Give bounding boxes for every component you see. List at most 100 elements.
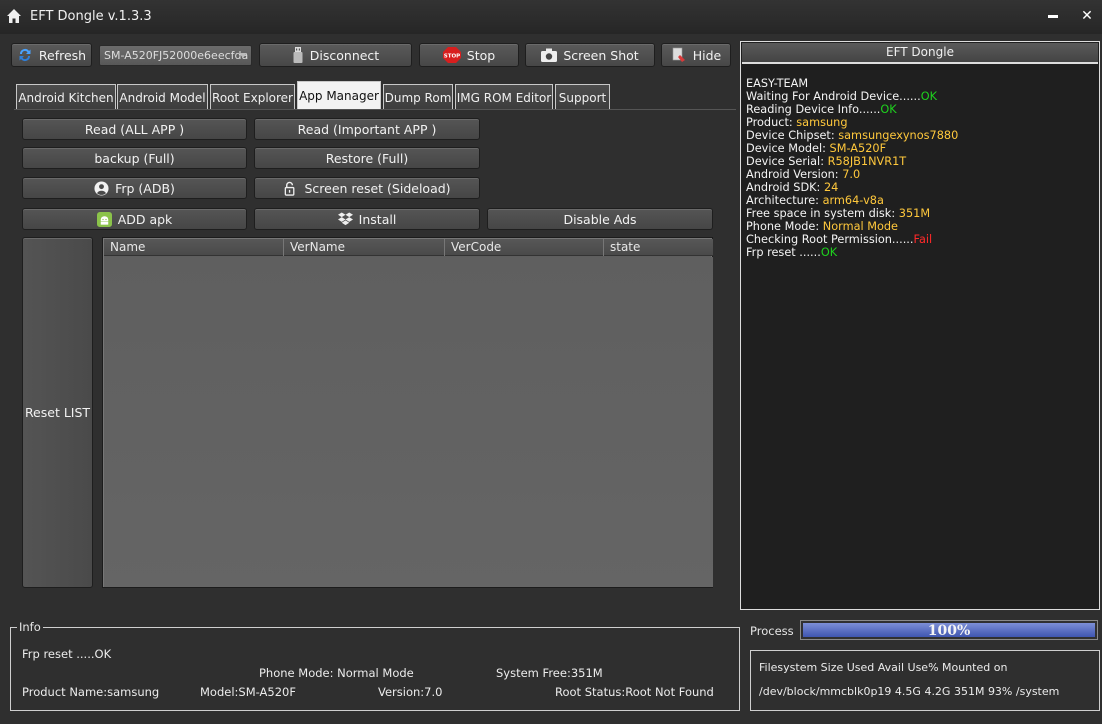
log-line-value: 24: [823, 181, 839, 194]
reset-list-label: Reset LIST: [24, 405, 91, 420]
user-icon: [94, 180, 109, 196]
log-line: Frp reset ......OK: [746, 246, 1096, 259]
screen-reset-label: Screen reset (Sideload): [304, 180, 451, 196]
tab-support[interactable]: Support: [555, 84, 610, 110]
progress-percent: 100%: [927, 623, 971, 639]
log-line-label: Architecture:: [746, 194, 823, 207]
log-line: Device Serial: R58JB1NVR1T: [746, 155, 1096, 168]
progress-fill: 100%: [803, 623, 1095, 639]
tab-divider: [14, 109, 736, 110]
screen-reset-button[interactable]: Screen reset (Sideload): [254, 177, 480, 199]
log-line-label: Product:: [746, 116, 797, 129]
column-header-state[interactable]: state: [604, 239, 713, 256]
tab-android-kitchen[interactable]: Android Kitchen: [16, 84, 116, 110]
log-line: Architecture: arm64-v8a: [746, 194, 1096, 207]
column-header-name[interactable]: Name: [104, 239, 284, 256]
log-line: Device Chipset: samsungexynos7880: [746, 129, 1096, 142]
log-line: Device Model: SM-A520F: [746, 142, 1096, 155]
column-header-vercode[interactable]: VerCode: [445, 239, 604, 256]
log-line-value: Normal Mode: [822, 220, 899, 233]
restore-full-button[interactable]: Restore (Full): [254, 147, 480, 169]
filesystem-row: /dev/block/mmcblk0p19 4.5G 4.2G 351M 93%…: [759, 685, 1060, 698]
disable-ads-button[interactable]: Disable Ads: [487, 208, 713, 230]
disable-ads-label: Disable Ads: [563, 211, 637, 227]
app-list-table[interactable]: Name VerName VerCode state: [102, 237, 713, 588]
log-line-label: Phone Mode:: [746, 220, 823, 233]
disconnect-label: Disconnect: [309, 47, 380, 63]
screenshot-button[interactable]: Screen Shot: [525, 43, 655, 67]
log-line-label: Device Model:: [746, 142, 830, 155]
minimize-button[interactable]: [1040, 4, 1066, 28]
log-line: Reading Device Info......OK: [746, 103, 1096, 116]
minimize-icon: [1048, 14, 1058, 18]
screenshot-label: Screen Shot: [563, 47, 639, 63]
log-line-label: Reading Device Info......: [746, 103, 881, 116]
log-panel: EFT Dongle EASY-TEAM Waiting For Android …: [740, 41, 1100, 610]
log-line: Product: samsung: [746, 116, 1096, 129]
refresh-button[interactable]: Refresh: [11, 43, 92, 67]
log-line: Waiting For Android Device......OK: [746, 90, 1096, 103]
reset-list-button[interactable]: Reset LIST: [22, 237, 93, 588]
close-button[interactable]: ✕: [1074, 4, 1100, 28]
info-version: Version:7.0: [378, 685, 443, 699]
log-line-label: Frp reset ......: [746, 246, 821, 259]
backup-full-label: backup (Full): [94, 150, 175, 166]
device-selector[interactable]: SM-A520FJ52000e6eecfda: [99, 45, 252, 66]
frp-adb-label: Frp (ADB): [115, 180, 175, 196]
info-legend: Info: [17, 620, 43, 634]
restore-full-label: Restore (Full): [325, 150, 409, 166]
read-important-app-button[interactable]: Read (Important APP ): [254, 118, 480, 140]
install-button[interactable]: Install: [254, 208, 480, 230]
log-line-label: Android SDK:: [746, 181, 824, 194]
log-line-value: R58JB1NVR1T: [827, 155, 907, 168]
hide-button[interactable]: Hide: [661, 43, 731, 67]
stop-sign-text: STOP: [444, 54, 460, 60]
hide-label: Hide: [692, 47, 722, 63]
table-body[interactable]: [104, 257, 713, 587]
log-line-label: Waiting For Android Device......: [746, 90, 921, 103]
chevron-down-icon: [239, 53, 247, 58]
stop-sign-icon: STOP: [442, 47, 461, 63]
filesystem-header: Filesystem Size Used Avail Use% Mounted …: [759, 661, 1008, 674]
stop-label: Stop: [466, 47, 496, 63]
log-output: EASY-TEAM Waiting For Android Device.....…: [746, 77, 1096, 259]
log-line-label: EASY-TEAM: [746, 77, 809, 90]
frp-adb-button[interactable]: Frp (ADB): [22, 177, 247, 199]
info-phone-mode: Phone Mode: Normal Mode: [259, 666, 414, 680]
tab-img-rom-editor[interactable]: IMG ROM Editor: [455, 84, 553, 110]
log-line-value: OK: [880, 103, 897, 116]
disconnect-button[interactable]: Disconnect: [259, 43, 412, 67]
info-frp-reset: Frp reset .....OK: [22, 647, 112, 661]
info-product-name: Product Name:samsung: [22, 685, 160, 699]
process-label: Process: [750, 624, 794, 638]
log-line-value: OK: [820, 246, 838, 259]
log-line-label: Device Serial:: [746, 155, 828, 168]
tab-app-manager[interactable]: App Manager: [297, 81, 381, 110]
add-apk-label: ADD apk: [117, 211, 173, 227]
home-icon: [7, 9, 21, 23]
stop-button[interactable]: STOP Stop: [419, 43, 519, 67]
info-model: Model:SM-A520F: [200, 685, 296, 699]
log-line-value: arm64-v8a: [822, 194, 884, 207]
log-line: Phone Mode: Normal Mode: [746, 220, 1096, 233]
table-header: Name VerName VerCode state: [104, 239, 713, 256]
read-all-app-button[interactable]: Read (ALL APP ): [22, 118, 247, 140]
camera-icon: [541, 48, 558, 62]
process-progress-bar: 100%: [800, 620, 1098, 640]
add-apk-button[interactable]: ADD apk: [22, 208, 247, 230]
tab-root-explorer[interactable]: Root Explorer: [210, 84, 295, 110]
info-root-status: Root Status:Root Not Found: [555, 685, 714, 699]
log-line-value: 351M: [898, 207, 931, 220]
log-line-value: SM-A520F: [829, 142, 887, 155]
hide-icon: [672, 47, 685, 62]
log-line-label: Checking Root Permission......: [746, 233, 914, 246]
filesystem-box: Filesystem Size Used Avail Use% Mounted …: [750, 650, 1100, 711]
tab-android-model[interactable]: Android Model: [117, 84, 208, 110]
log-line-value: Fail: [913, 233, 933, 246]
title-bar: EFT Dongle v.1.3.3 ✕: [0, 0, 1102, 34]
backup-full-button[interactable]: backup (Full): [22, 147, 247, 169]
column-header-vername[interactable]: VerName: [284, 239, 445, 256]
log-line-value: 7.0: [842, 168, 861, 181]
tab-dump-rom[interactable]: Dump Rom: [383, 84, 453, 110]
read-all-app-label: Read (ALL APP ): [84, 121, 185, 137]
